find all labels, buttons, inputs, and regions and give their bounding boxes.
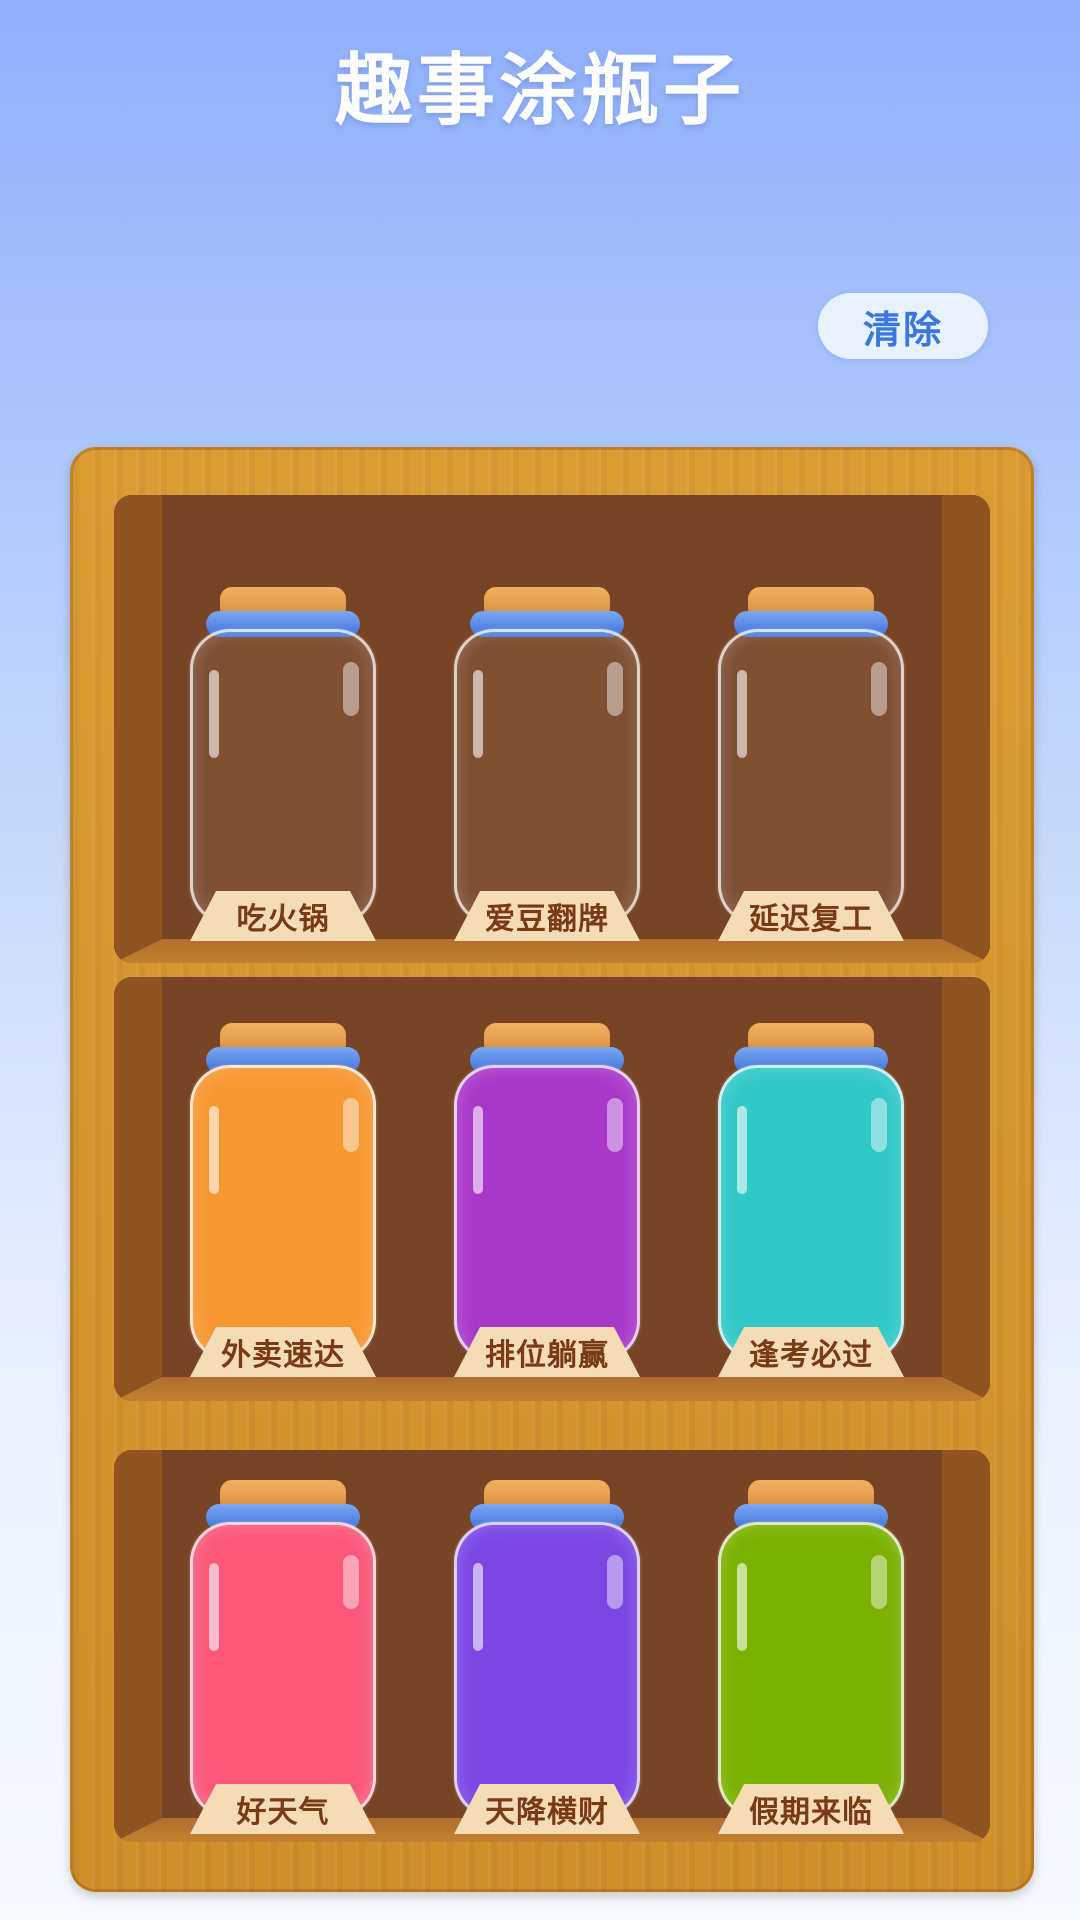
jar-label: 外卖速达 [190, 1327, 376, 1377]
jar-label: 延迟复工 [718, 891, 904, 941]
jar-body [190, 1065, 376, 1361]
page-title: 趣事涂瓶子 [334, 46, 745, 136]
jar-label: 排位躺赢 [454, 1327, 640, 1377]
shelf-floor [114, 1377, 990, 1401]
clear-button[interactable]: 清除 [818, 293, 988, 359]
jar-body [190, 629, 376, 925]
jar-label: 吃火锅 [190, 891, 376, 941]
jar-body [718, 629, 904, 925]
jar-body [454, 1065, 640, 1361]
jar-label: 假期来临 [718, 1784, 904, 1834]
jar-hotpot[interactable]: 吃火锅 [186, 587, 382, 941]
jar-ranked-win[interactable]: 排位躺赢 [450, 1023, 646, 1377]
jar-body [718, 1065, 904, 1361]
jar-label: 好天气 [190, 1784, 376, 1834]
jar-label: 逢考必过 [718, 1327, 904, 1377]
shelf-row-2: 外卖速达 排位躺赢 逢考必过 [114, 977, 990, 1401]
jar-body [454, 629, 640, 925]
jar-body [454, 1522, 640, 1818]
jar-exam-pass[interactable]: 逢考必过 [714, 1023, 910, 1377]
shelf-cabinet: 吃火锅 爱豆翻牌 延迟复工 外卖速达 排位躺赢 逢考必过 好天气 天降横财 假期… [70, 447, 1034, 1892]
jar-delay-work[interactable]: 延迟复工 [714, 587, 910, 941]
shelf-floor [114, 939, 990, 963]
jar-body [190, 1522, 376, 1818]
jar-label: 天降横财 [454, 1784, 640, 1834]
jar-label: 爱豆翻牌 [454, 891, 640, 941]
jar-body [718, 1522, 904, 1818]
jar-takeout[interactable]: 外卖速达 [186, 1023, 382, 1377]
shelf-row-1: 吃火锅 爱豆翻牌 延迟复工 [114, 495, 990, 963]
shelf-row-3: 好天气 天降横财 假期来临 [114, 1450, 990, 1842]
jar-holiday[interactable]: 假期来临 [714, 1480, 910, 1834]
jar-good-weather[interactable]: 好天气 [186, 1480, 382, 1834]
jar-idol-flip[interactable]: 爱豆翻牌 [450, 587, 646, 941]
jar-windfall[interactable]: 天降横财 [450, 1480, 646, 1834]
